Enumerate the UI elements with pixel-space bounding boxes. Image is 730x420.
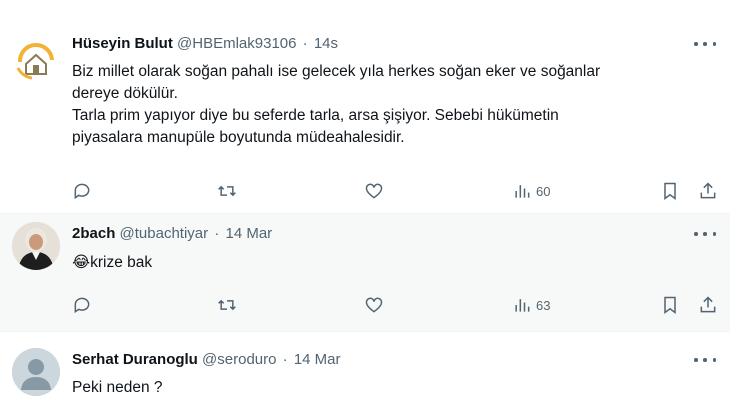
share-icon <box>700 182 716 199</box>
bookmark-icon <box>664 296 676 314</box>
avatar[interactable] <box>12 34 60 82</box>
separator: · <box>214 225 220 242</box>
tweet-header: Serhat Duranoglu @seroduro · 14 Mar <box>72 350 718 370</box>
tweet-text: 😂krize bak <box>72 252 714 274</box>
like-button[interactable] <box>364 179 384 203</box>
heart-icon <box>365 183 383 199</box>
action-bar: 60 <box>72 179 718 203</box>
bookmark-icon <box>664 182 676 200</box>
retweet-button[interactable] <box>217 179 237 203</box>
timestamp[interactable]: 14s <box>314 35 338 52</box>
share-icon <box>700 296 716 313</box>
tweet-1[interactable]: Hüseyin Bulut @HBEmlak93106 · 14s Biz mi… <box>0 0 730 214</box>
heart-icon <box>365 297 383 313</box>
share-button[interactable] <box>698 179 718 203</box>
views-button[interactable]: 63 <box>512 293 550 317</box>
avatar[interactable] <box>12 348 60 396</box>
tweet-text: Biz millet olarak soğan pahalı ise gelec… <box>72 61 714 149</box>
more-options-button[interactable] <box>694 224 716 244</box>
timestamp[interactable]: 14 Mar <box>294 351 341 368</box>
reply-icon <box>74 297 90 314</box>
tweet-body-text: krize bak <box>90 254 153 271</box>
like-button[interactable] <box>364 293 384 317</box>
author-handle[interactable]: @HBEmlak93106 <box>177 35 296 52</box>
separator: · <box>302 35 308 52</box>
more-options-button[interactable] <box>694 350 716 370</box>
avatar[interactable] <box>12 222 60 270</box>
timestamp[interactable]: 14 Mar <box>225 225 272 242</box>
author-handle[interactable]: @tubachtiyar <box>120 225 209 242</box>
tweet-header: Hüseyin Bulut @HBEmlak93106 · 14s <box>72 34 718 54</box>
tweet-paragraph: 😂krize bak <box>72 252 714 274</box>
bar-chart-icon <box>515 185 530 198</box>
views-button[interactable]: 60 <box>512 179 550 203</box>
tweet-2[interactable]: 2bach @tubachtiyar · 14 Mar 😂krize bak 6… <box>0 214 730 332</box>
reply-button[interactable] <box>72 179 92 203</box>
bookmark-button[interactable] <box>660 179 680 203</box>
tweet-header: 2bach @tubachtiyar · 14 Mar <box>72 224 718 244</box>
view-count: 63 <box>536 297 551 313</box>
action-bar: 63 <box>72 293 718 317</box>
bookmark-button[interactable] <box>660 293 680 317</box>
tweet-text: Peki neden ? <box>72 377 714 399</box>
retweet-button[interactable] <box>217 293 237 317</box>
retweet-icon <box>218 185 236 197</box>
author-name[interactable]: 2bach <box>72 225 115 242</box>
share-button[interactable] <box>698 293 718 317</box>
bar-chart-icon <box>515 299 530 312</box>
default-user-icon <box>12 348 60 396</box>
more-options-button[interactable] <box>694 34 716 54</box>
house-logo-icon <box>16 43 54 80</box>
retweet-icon <box>218 299 236 311</box>
tweet-paragraph: Biz millet olarak soğan pahalı ise gelec… <box>72 63 601 146</box>
author-handle[interactable]: @seroduro <box>202 351 276 368</box>
portrait-icon <box>12 222 60 270</box>
tweet-3[interactable]: Serhat Duranoglu @seroduro · 14 Mar Peki… <box>0 332 730 420</box>
laughing-crying-emoji: 😂 <box>72 254 91 271</box>
author-name[interactable]: Hüseyin Bulut <box>72 35 173 52</box>
reply-icon <box>74 183 90 200</box>
view-count: 60 <box>536 183 551 199</box>
reply-button[interactable] <box>72 293 92 317</box>
author-name[interactable]: Serhat Duranoglu <box>72 351 198 368</box>
separator: · <box>282 351 288 368</box>
tweet-paragraph: Peki neden ? <box>72 379 163 396</box>
